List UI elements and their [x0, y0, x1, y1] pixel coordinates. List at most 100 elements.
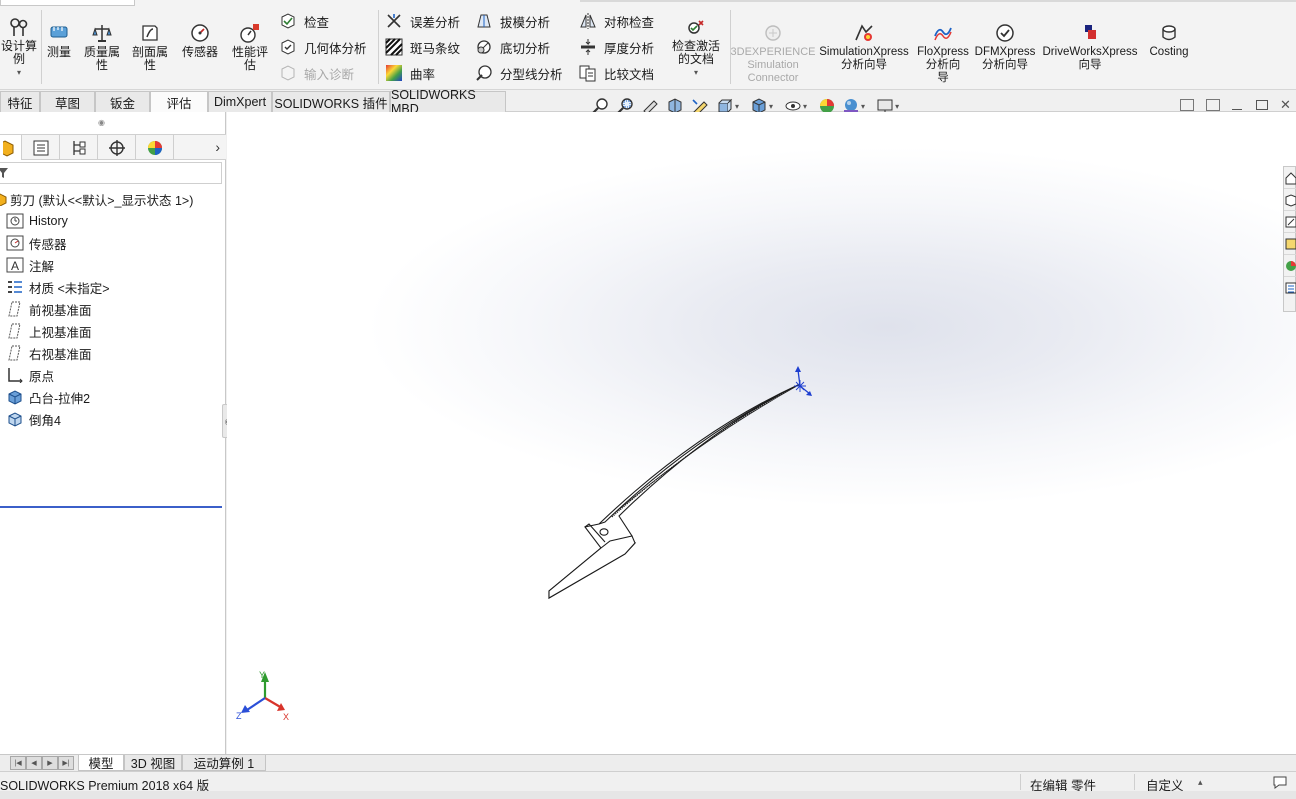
scroll-next-icon[interactable]: ▶: [42, 756, 58, 770]
design-study-caret[interactable]: ▾: [17, 66, 21, 79]
check-active-document-caret[interactable]: ▾: [694, 66, 698, 79]
check-button[interactable]: 检查: [278, 10, 329, 32]
view-palette-icon[interactable]: [1284, 233, 1296, 255]
measure-button[interactable]: 测量: [44, 22, 74, 59]
tree-item-sensors[interactable]: 传感器: [6, 232, 67, 254]
dfmxpress-button[interactable]: DFMXpress 分析向导: [974, 22, 1036, 72]
bottom-tab-label: 模型: [88, 757, 114, 771]
simulationxpress-label: SimulationXpress 分析向导: [819, 46, 909, 71]
tab-dimxpert[interactable]: DimXpert: [208, 91, 272, 112]
display-style-caret[interactable]: ▾: [769, 102, 773, 111]
tab-features[interactable]: 特征: [0, 91, 40, 112]
scroll-last-icon[interactable]: ▶|: [58, 756, 74, 770]
scroll-first-icon[interactable]: |◀: [10, 756, 26, 770]
tree-item-front-plane[interactable]: 前视基准面: [6, 298, 92, 320]
file-explorer-icon[interactable]: [1284, 211, 1296, 233]
tree-item-annotations[interactable]: A 注解: [6, 254, 54, 276]
manager-tabs: ›: [0, 134, 226, 160]
tab-sheet-metal[interactable]: 钣金: [95, 91, 150, 112]
filter-icon: [0, 168, 8, 178]
tree-item-chamfer[interactable]: 倒角4: [6, 408, 61, 430]
close-icon[interactable]: ✕: [1280, 97, 1291, 113]
tab-solidworks-addins[interactable]: SOLIDWORKS 插件: [272, 91, 390, 112]
tree-item-right-plane[interactable]: 右视基准面: [6, 342, 92, 364]
tab-motion-study-1[interactable]: 运动算例 1: [182, 755, 266, 771]
part-icon: [0, 190, 8, 208]
status-bar: SOLIDWORKS Premium 2018 x64 版 在编辑 零件 自定义…: [0, 771, 1296, 793]
zebra-stripes-button[interactable]: 斑马条纹: [384, 36, 460, 58]
unit-system-caret[interactable]: ▴: [1198, 777, 1203, 788]
tab-label: 评估: [166, 96, 192, 111]
parting-line-analysis-label: 分型线分析: [500, 67, 563, 82]
floxpress-icon: [932, 22, 954, 44]
tab-evaluate[interactable]: 评估: [150, 91, 208, 112]
tree-item-label: 注解: [29, 259, 55, 274]
check-active-document-button[interactable]: 检查激活 的文档 ▾: [668, 16, 724, 79]
tree-item-material[interactable]: 材质 <未指定>: [6, 276, 110, 298]
import-diagnostics-button[interactable]: 输入诊断: [278, 62, 354, 84]
performance-evaluation-button[interactable]: 性能评 估: [228, 22, 272, 72]
tree-item-boss-extrude[interactable]: 凸台-拉伸2: [6, 386, 90, 408]
part-body[interactable]: [548, 383, 801, 599]
status-separator: [1134, 774, 1135, 790]
simulationxpress-button[interactable]: SimulationXpress 分析向导: [818, 22, 910, 72]
tree-item-top-plane[interactable]: 上视基准面: [6, 320, 92, 342]
scroll-prev-icon[interactable]: ◀: [26, 756, 42, 770]
sensor-button[interactable]: 传感器: [178, 22, 222, 59]
maximize-icon[interactable]: [1256, 100, 1268, 110]
tab-3d-views[interactable]: 3D 视图: [124, 755, 182, 771]
material-icon: [6, 278, 24, 296]
property-manager-tab[interactable]: [22, 135, 60, 160]
tree-root-part[interactable]: 剪刀 (默认<<默认>_显示状态 1>): [0, 188, 193, 210]
undercut-analysis-button[interactable]: 底切分析: [474, 36, 550, 58]
tree-item-label: 前视基准面: [29, 303, 92, 318]
reference-triad[interactable]: Y X Z: [236, 670, 289, 722]
tree-item-history[interactable]: History: [6, 210, 68, 232]
compare-documents-button[interactable]: 比较文档: [578, 62, 654, 84]
dimxpert-manager-tab[interactable]: [98, 135, 136, 160]
compare-documents-label: 比较文档: [604, 67, 655, 82]
design-library-icon[interactable]: [1284, 189, 1296, 211]
curvature-button[interactable]: 曲率: [384, 62, 435, 84]
display-manager-tab[interactable]: [136, 135, 174, 160]
appearances-icon[interactable]: [1284, 255, 1296, 277]
section-properties-button[interactable]: 剖面属 性: [128, 22, 172, 72]
symmetry-check-button[interactable]: 对称检查: [578, 10, 654, 32]
costing-button[interactable]: Costing: [1144, 22, 1194, 59]
task-pane-tabs: [1283, 166, 1296, 312]
parting-line-analysis-button[interactable]: 分型线分析: [474, 62, 563, 84]
configuration-manager-tab[interactable]: [60, 135, 98, 160]
driveworksxpress-button[interactable]: DriveWorksXpress 向导: [1042, 22, 1138, 72]
tab-model[interactable]: 模型: [78, 755, 124, 771]
quick-tips-icon[interactable]: [1272, 775, 1288, 792]
mass-properties-button[interactable]: 质量属 性: [80, 22, 124, 72]
custom-properties-icon[interactable]: [1284, 277, 1296, 299]
floxpress-button[interactable]: FloXpress 分析向 导: [916, 22, 970, 85]
tab-solidworks-mbd[interactable]: SOLIDWORKS MBD: [390, 88, 506, 116]
geometry-analysis-button[interactable]: 几何体分析: [278, 36, 367, 58]
solidworks-resources-icon[interactable]: [1284, 167, 1296, 189]
feature-manager-tab[interactable]: [0, 135, 22, 160]
view-settings-caret[interactable]: ▾: [895, 102, 899, 111]
configuration-manager-icon: [72, 140, 85, 155]
deviation-analysis-button[interactable]: 误差分析: [384, 10, 460, 32]
graphics-area[interactable]: Y X Z: [227, 112, 1296, 754]
minimize-icon[interactable]: [1232, 108, 1242, 110]
restore-left-icon[interactable]: [1180, 99, 1194, 111]
tree-item-origin[interactable]: 原点: [6, 364, 54, 386]
restore-right-icon[interactable]: [1206, 99, 1220, 111]
design-study-button[interactable]: 设计算 例 ▾: [0, 16, 38, 79]
view-orientation-caret[interactable]: ▾: [735, 102, 739, 111]
panel-grip-icon[interactable]: ◉: [98, 118, 105, 127]
hide-show-items-caret[interactable]: ▾: [803, 102, 807, 111]
apply-scene-caret[interactable]: ▾: [861, 102, 865, 111]
3dexperience-simulation-connector-button[interactable]: 3DEXPERIENCE Simulation Connector: [731, 22, 816, 85]
tab-sketch[interactable]: 草图: [40, 91, 95, 112]
thickness-analysis-icon: [578, 37, 598, 57]
tree-filter[interactable]: [0, 162, 222, 184]
rollback-bar[interactable]: [0, 506, 222, 508]
thickness-analysis-button[interactable]: 厚度分析: [578, 36, 654, 58]
floxpress-label: FloXpress 分析向 导: [917, 46, 969, 84]
manager-tabs-more-icon[interactable]: ›: [215, 139, 220, 155]
draft-analysis-button[interactable]: 拔模分析: [474, 10, 550, 32]
